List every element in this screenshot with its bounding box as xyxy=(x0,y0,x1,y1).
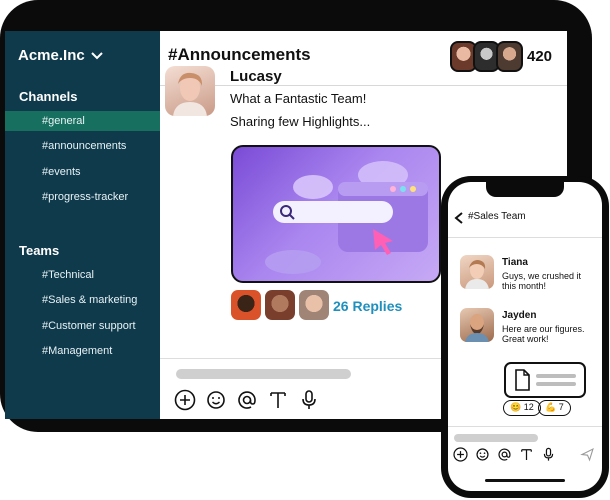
avatar xyxy=(460,255,494,289)
replies-link[interactable]: 26 Replies xyxy=(333,298,402,314)
workspace-name: Acme.Inc xyxy=(18,47,85,64)
reply-avatars xyxy=(231,290,329,320)
mobile-message-input[interactable] xyxy=(454,434,538,442)
sidebar-item-management[interactable]: #Management xyxy=(5,341,160,361)
message-text: Guys, we crushed it this month! xyxy=(502,271,582,291)
mobile-channel-title: #Sales Team xyxy=(468,211,526,222)
mic-icon[interactable] xyxy=(541,447,556,462)
phone-notch xyxy=(486,182,564,197)
emoji-icon[interactable] xyxy=(475,447,490,462)
marketing-illustration: Acme.Inc Channels #general #announcement… xyxy=(0,0,610,500)
avatar xyxy=(460,308,494,342)
avatar xyxy=(265,290,295,320)
mic-icon[interactable] xyxy=(298,389,320,411)
text-format-icon[interactable] xyxy=(267,389,289,411)
channel-header: #Announcements 420 xyxy=(160,31,567,86)
sidebar-item-technical[interactable]: #Technical xyxy=(5,265,160,285)
avatar xyxy=(299,290,329,320)
avatar xyxy=(231,290,261,320)
plus-icon[interactable] xyxy=(174,389,196,411)
reaction-chip[interactable]: 😊 12 xyxy=(503,400,541,416)
back-arrow-icon[interactable] xyxy=(454,212,464,224)
sidebar-item-sales-marketing[interactable]: #Sales & marketing xyxy=(5,290,160,310)
sidebar-item-general[interactable]: #general xyxy=(5,111,160,131)
home-indicator xyxy=(485,479,565,482)
sidebar-item-announcements[interactable]: #announcements xyxy=(5,136,160,156)
sidebar-item-progress-tracker[interactable]: #progress-tracker xyxy=(5,187,160,207)
message-input[interactable] xyxy=(176,369,351,379)
highlight-image[interactable] xyxy=(231,145,441,283)
file-icon xyxy=(515,369,530,391)
member-avatars[interactable] xyxy=(450,41,523,72)
message-author: Tiana xyxy=(502,257,528,268)
file-attachment[interactable] xyxy=(504,362,586,398)
reaction-count: 7 xyxy=(558,402,564,412)
chevron-down-icon xyxy=(90,51,103,59)
workspace-switcher[interactable]: Acme.Inc xyxy=(18,47,103,64)
message-text: What a Fantastic Team! xyxy=(230,91,367,106)
message-author: Lucasy xyxy=(230,68,282,85)
emoji-icon[interactable] xyxy=(205,389,227,411)
mobile-app: #Sales Team Tiana Guys, we crushed it th… xyxy=(448,182,602,491)
mobile-header: #Sales Team xyxy=(448,204,602,238)
sidebar-item-events[interactable]: #events xyxy=(5,162,160,182)
sidebar-item-customer-support[interactable]: #Customer support xyxy=(5,316,160,336)
reaction-emoji: 💪 xyxy=(545,402,557,412)
reaction-emoji: 😊 xyxy=(510,402,522,412)
sidebar: Acme.Inc Channels #general #announcement… xyxy=(5,31,160,419)
message-text: Sharing few Highlights... xyxy=(230,114,371,129)
plus-icon[interactable] xyxy=(453,447,468,462)
at-icon[interactable] xyxy=(236,389,258,411)
message-composer xyxy=(160,358,442,419)
channels-heading: Channels xyxy=(19,89,78,104)
send-icon[interactable] xyxy=(580,447,595,462)
member-count: 420 xyxy=(527,48,553,65)
avatar xyxy=(165,66,215,116)
message-author: Jayden xyxy=(502,310,537,321)
message-text: Here are our figures. Great work! xyxy=(502,324,585,344)
channel-title: #Announcements xyxy=(168,45,311,64)
divider xyxy=(448,426,602,427)
reaction-count: 12 xyxy=(523,402,534,412)
avatar xyxy=(496,41,523,72)
phone-device: #Sales Team Tiana Guys, we crushed it th… xyxy=(441,176,609,498)
text-format-icon[interactable] xyxy=(519,447,534,462)
teams-heading: Teams xyxy=(19,243,60,258)
at-icon[interactable] xyxy=(497,447,512,462)
reaction-chip[interactable]: 💪 7 xyxy=(538,400,571,416)
